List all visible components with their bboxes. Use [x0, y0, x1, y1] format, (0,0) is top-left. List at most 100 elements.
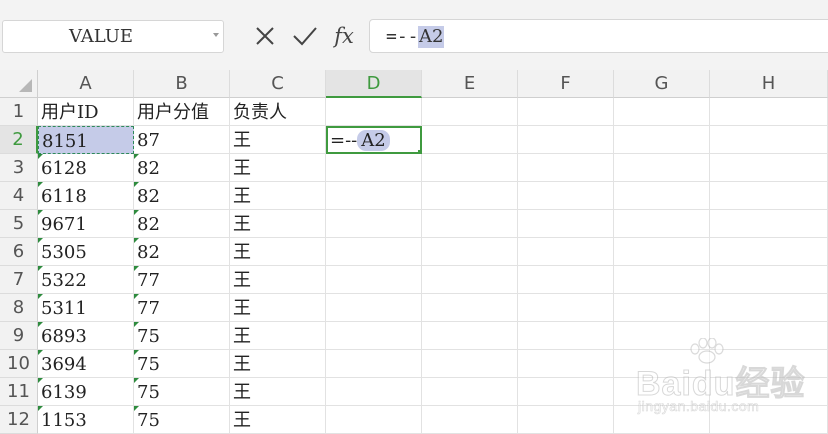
row-header-12[interactable]: 12: [0, 406, 38, 434]
cell-f12[interactable]: [518, 406, 614, 434]
cell-c3[interactable]: 王: [230, 154, 326, 182]
cell-e2[interactable]: [422, 126, 518, 154]
cell-b6[interactable]: 82: [134, 238, 230, 266]
cell-g8[interactable]: [614, 294, 710, 322]
select-all-corner[interactable]: [0, 70, 38, 98]
row-header-5[interactable]: 5: [0, 210, 38, 238]
cell-e9[interactable]: [422, 322, 518, 350]
cell-e10[interactable]: [422, 350, 518, 378]
cell-d11[interactable]: [326, 378, 422, 406]
cell-h1[interactable]: [710, 98, 828, 126]
cell-h5[interactable]: [710, 210, 828, 238]
cell-a1[interactable]: 用户ID: [38, 98, 134, 126]
cancel-formula-button[interactable]: [251, 20, 279, 52]
cell-e5[interactable]: [422, 210, 518, 238]
cell-c2[interactable]: 王: [230, 126, 326, 154]
cell-g5[interactable]: [614, 210, 710, 238]
cell-f1[interactable]: [518, 98, 614, 126]
cell-f8[interactable]: [518, 294, 614, 322]
cell-b9[interactable]: 75: [134, 322, 230, 350]
cell-e8[interactable]: [422, 294, 518, 322]
column-header-b[interactable]: B: [134, 70, 230, 98]
cell-b3[interactable]: 82: [134, 154, 230, 182]
row-header-8[interactable]: 8: [0, 294, 38, 322]
cell-a11[interactable]: 6139: [38, 378, 134, 406]
cell-b8[interactable]: 77: [134, 294, 230, 322]
cell-f3[interactable]: [518, 154, 614, 182]
cell-c7[interactable]: 王: [230, 266, 326, 294]
cell-d3[interactable]: [326, 154, 422, 182]
cell-f6[interactable]: [518, 238, 614, 266]
cell-e12[interactable]: [422, 406, 518, 434]
cell-a3[interactable]: 6128: [38, 154, 134, 182]
cell-a9[interactable]: 6893: [38, 322, 134, 350]
cell-c4[interactable]: 王: [230, 182, 326, 210]
row-header-3[interactable]: 3: [0, 154, 38, 182]
cell-f9[interactable]: [518, 322, 614, 350]
row-header-2[interactable]: 2: [0, 126, 38, 154]
cell-e3[interactable]: [422, 154, 518, 182]
cell-g2[interactable]: [614, 126, 710, 154]
cell-h8[interactable]: [710, 294, 828, 322]
cell-a8[interactable]: 5311: [38, 294, 134, 322]
row-header-6[interactable]: 6: [0, 238, 38, 266]
cell-c10[interactable]: 王: [230, 350, 326, 378]
row-header-7[interactable]: 7: [0, 266, 38, 294]
cell-a4[interactable]: 6118: [38, 182, 134, 210]
cell-h6[interactable]: [710, 238, 828, 266]
row-header-11[interactable]: 11: [0, 378, 38, 406]
cell-h3[interactable]: [710, 154, 828, 182]
cell-d7[interactable]: [326, 266, 422, 294]
cell-b5[interactable]: 82: [134, 210, 230, 238]
cell-g6[interactable]: [614, 238, 710, 266]
cell-b11[interactable]: 75: [134, 378, 230, 406]
cell-d1[interactable]: [326, 98, 422, 126]
cell-h4[interactable]: [710, 182, 828, 210]
column-header-g[interactable]: G: [614, 70, 710, 98]
cell-e1[interactable]: [422, 98, 518, 126]
cell-e11[interactable]: [422, 378, 518, 406]
cell-c8[interactable]: 王: [230, 294, 326, 322]
column-header-d[interactable]: D: [326, 70, 422, 98]
cell-d10[interactable]: [326, 350, 422, 378]
cell-b1[interactable]: 用户分值: [134, 98, 230, 126]
cell-b10[interactable]: 75: [134, 350, 230, 378]
insert-function-button[interactable]: fx: [330, 20, 358, 52]
column-header-f[interactable]: F: [518, 70, 614, 98]
row-header-1[interactable]: 1: [0, 98, 38, 126]
cell-a2[interactable]: 8151: [38, 126, 134, 154]
cell-f11[interactable]: [518, 378, 614, 406]
cell-d2-editor[interactable]: =-- A2: [326, 126, 422, 154]
cell-f10[interactable]: [518, 350, 614, 378]
cell-g4[interactable]: [614, 182, 710, 210]
cell-e4[interactable]: [422, 182, 518, 210]
cell-b12[interactable]: 75: [134, 406, 230, 434]
cell-c5[interactable]: 王: [230, 210, 326, 238]
row-header-10[interactable]: 10: [0, 350, 38, 378]
cell-h7[interactable]: [710, 266, 828, 294]
column-header-a[interactable]: A: [38, 70, 134, 98]
cell-f5[interactable]: [518, 210, 614, 238]
cell-d4[interactable]: [326, 182, 422, 210]
column-header-c[interactable]: C: [230, 70, 326, 98]
confirm-formula-button[interactable]: [291, 20, 319, 52]
cell-c11[interactable]: 王: [230, 378, 326, 406]
cell-a12[interactable]: 1153: [38, 406, 134, 434]
cell-g3[interactable]: [614, 154, 710, 182]
cell-f7[interactable]: [518, 266, 614, 294]
cell-e6[interactable]: [422, 238, 518, 266]
cell-b7[interactable]: 77: [134, 266, 230, 294]
cell-b2[interactable]: 87: [134, 126, 230, 154]
cell-d12[interactable]: [326, 406, 422, 434]
cell-d5[interactable]: [326, 210, 422, 238]
column-header-e[interactable]: E: [422, 70, 518, 98]
cell-a10[interactable]: 3694: [38, 350, 134, 378]
cell-f2[interactable]: [518, 126, 614, 154]
cell-g7[interactable]: [614, 266, 710, 294]
cell-d6[interactable]: [326, 238, 422, 266]
cell-a6[interactable]: 5305: [38, 238, 134, 266]
row-header-9[interactable]: 9: [0, 322, 38, 350]
cell-b4[interactable]: 82: [134, 182, 230, 210]
name-box[interactable]: VALUE: [2, 20, 224, 53]
column-header-h[interactable]: H: [710, 70, 828, 98]
